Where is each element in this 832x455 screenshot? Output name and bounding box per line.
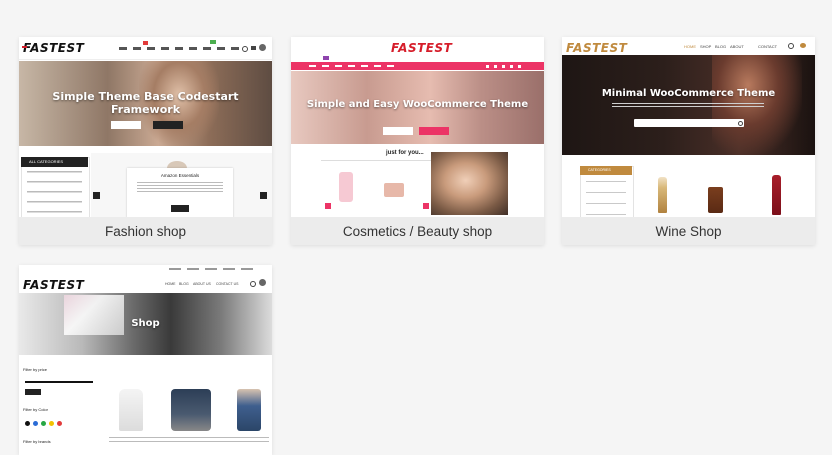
nav-item-contact[interactable]: CONTACT: [758, 44, 777, 49]
nav-item-home[interactable]: HOME: [165, 282, 176, 286]
theme-card-cosmetics[interactable]: FASTEST Simple and Easy WooCommerce Them…: [291, 37, 544, 245]
category-header-label: CATEGORIES: [588, 168, 611, 172]
top-strip: [169, 268, 259, 270]
nav-item-contact[interactable]: CONTACT US: [216, 282, 238, 286]
nav-icons[interactable]: [486, 65, 526, 68]
section-title: just for you...: [386, 150, 424, 156]
nav-items[interactable]: [309, 65, 399, 67]
search-bar[interactable]: [634, 119, 744, 127]
nav-item-blog[interactable]: BLOG: [179, 282, 189, 286]
hero-button-primary[interactable]: [383, 127, 413, 135]
color-swatch-blue[interactable]: [33, 421, 38, 426]
nav-icons: [119, 47, 239, 50]
filter-brands-label: Filter by brands: [23, 439, 51, 444]
card-caption[interactable]: Fashion shop: [19, 224, 272, 239]
hero-title: Minimal WooCommerce Theme: [601, 88, 776, 99]
nav-item-about[interactable]: ABOUT US: [193, 282, 211, 286]
search-icon[interactable]: [738, 121, 743, 126]
hero-button-primary[interactable]: [111, 121, 141, 129]
hero-button-secondary[interactable]: [153, 121, 183, 129]
promo-text: [137, 182, 223, 192]
badge-icon: [323, 56, 329, 60]
hero-title: Simple Theme Base Codestart Framework: [52, 90, 239, 116]
nav-item-blog[interactable]: BLOG: [715, 44, 726, 49]
product-bottle-image: [708, 187, 723, 213]
user-icon[interactable]: [259, 44, 266, 51]
nav-item-shop[interactable]: SHOP: [700, 44, 711, 49]
filter-price-label: Filter by price: [23, 367, 48, 372]
product-image-boots: [171, 389, 211, 431]
logo: FASTEST: [23, 41, 85, 55]
category-header-label: ALL CATEGORIES: [29, 159, 64, 164]
slider-prev-icon[interactable]: [325, 203, 331, 209]
cart-icon[interactable]: [251, 46, 256, 50]
theme-card-fashion[interactable]: FASTEST Simple Theme Base Codestart Fram…: [19, 37, 272, 245]
color-swatch-red[interactable]: [57, 421, 62, 426]
product-bottle-image: [658, 177, 667, 213]
color-swatch-green[interactable]: [41, 421, 46, 426]
product-card[interactable]: [756, 166, 808, 217]
theme-preview-wine: FASTEST HOME SHOP BLOG ABOUT CONTACT Min…: [562, 37, 815, 217]
cart-icon[interactable]: [800, 43, 806, 48]
product-card[interactable]: [697, 166, 749, 217]
theme-card-wine[interactable]: FASTEST HOME SHOP BLOG ABOUT CONTACT Min…: [562, 37, 815, 245]
category-items[interactable]: [27, 171, 82, 217]
hero-subtitle: [612, 103, 764, 108]
price-slider[interactable]: [25, 381, 93, 383]
product-image-jar: [384, 183, 404, 197]
hero-title: Shop: [131, 318, 160, 329]
badge-icon: [210, 40, 216, 44]
product-image-white-dress: [119, 389, 143, 431]
nav-item-home[interactable]: HOME: [684, 44, 696, 49]
logo: FASTEST: [391, 41, 453, 55]
theme-preview-fashion: FASTEST Simple Theme Base Codestart Fram…: [19, 37, 272, 217]
logo-mark-icon: [22, 46, 27, 48]
search-icon[interactable]: [242, 46, 248, 52]
search-icon[interactable]: [788, 43, 794, 49]
search-icon[interactable]: [250, 281, 256, 287]
badge-icon: [143, 41, 148, 45]
model-image: [431, 152, 508, 215]
logo: FASTEST: [23, 278, 85, 292]
theme-preview-cosmetics: FASTEST Simple and Easy WooCommerce Them…: [291, 37, 544, 217]
card-caption[interactable]: Cosmetics / Beauty shop: [291, 224, 544, 239]
hero-button-secondary[interactable]: [419, 127, 449, 135]
user-icon[interactable]: [259, 279, 266, 286]
hero-title: Simple and Easy WooCommerce Theme: [306, 99, 529, 110]
logo: FASTEST: [566, 41, 628, 55]
product-bottle-image: [772, 175, 781, 215]
product-image-jeans: [237, 389, 261, 431]
card-caption[interactable]: Wine Shop: [562, 224, 815, 239]
promo-title: Amazon Essentials: [160, 173, 200, 178]
shopping-bags-image: [64, 295, 124, 335]
product-meta: [109, 437, 269, 445]
theme-card-shop[interactable]: FASTEST HOME BLOG ABOUT US CONTACT US Sh…: [19, 265, 272, 455]
nav-item-about[interactable]: ABOUT: [730, 44, 744, 49]
category-items[interactable]: [586, 181, 626, 217]
color-swatch-yellow[interactable]: [49, 421, 54, 426]
color-swatch-black[interactable]: [25, 421, 30, 426]
theme-preview-shop: FASTEST HOME BLOG ABOUT US CONTACT US Sh…: [19, 265, 272, 455]
slider-next-icon[interactable]: [423, 203, 429, 209]
filter-button[interactable]: [25, 389, 41, 395]
slider-prev-icon[interactable]: [93, 192, 100, 199]
product-image-bottle: [339, 172, 353, 202]
slider-next-icon[interactable]: [260, 192, 267, 199]
promo-button[interactable]: [171, 205, 189, 212]
filter-color-label: Filter by Color: [23, 407, 48, 412]
